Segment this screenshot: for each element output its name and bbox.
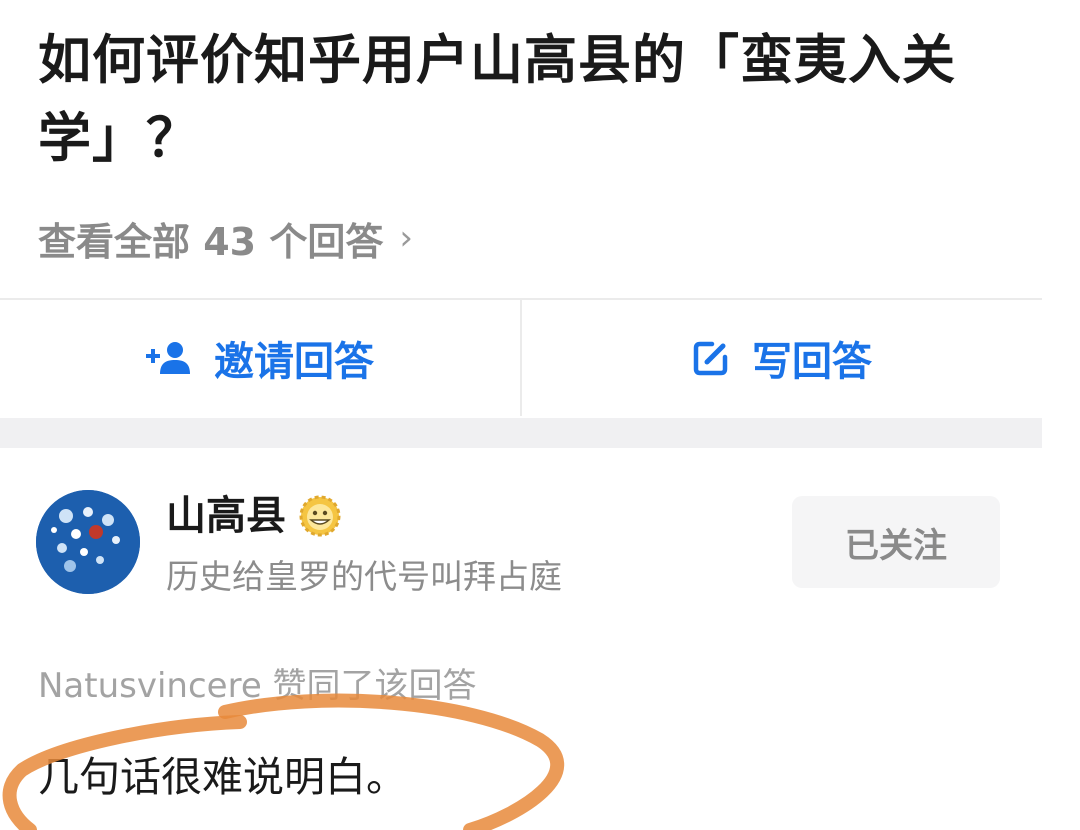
edit-icon [692,339,730,377]
follow-button[interactable]: 已关注 [792,496,1000,588]
author-bio: 历史给皇罗的代号叫拜占庭 [166,557,562,596]
question-title[interactable]: 如何评价知乎用户山高县的「蛮夷入关学」？ [38,22,998,178]
author-name[interactable]: 山高县 [166,488,344,544]
write-answer-label: 写回答 [752,339,872,385]
question-action-bar: 邀请回答 写回答 [0,300,1042,416]
view-all-label: 查看全部 43 个回答 [38,219,384,264]
view-all-answers-link[interactable]: 查看全部 43 个回答 › [38,208,413,268]
write-answer-button[interactable]: 写回答 [522,300,1042,416]
smiley-badge-icon [296,492,344,540]
chevron-right-icon: › [399,218,413,258]
invite-answer-label: 邀请回答 [214,339,374,385]
answer-page: 如何评价知乎用户山高县的「蛮夷入关学」？ 查看全部 43 个回答 › 邀请回答 [0,0,1080,830]
add-person-icon [146,340,192,376]
section-separator [0,418,1042,448]
author-name-label: 山高县 [166,493,286,539]
avatar[interactable] [36,490,140,594]
invite-answer-button[interactable]: 邀请回答 [0,300,520,416]
answer-text[interactable]: 几句话很难说明白。 [38,746,407,808]
upvote-notice: Natusvincere 赞同了该回答 [38,666,477,706]
